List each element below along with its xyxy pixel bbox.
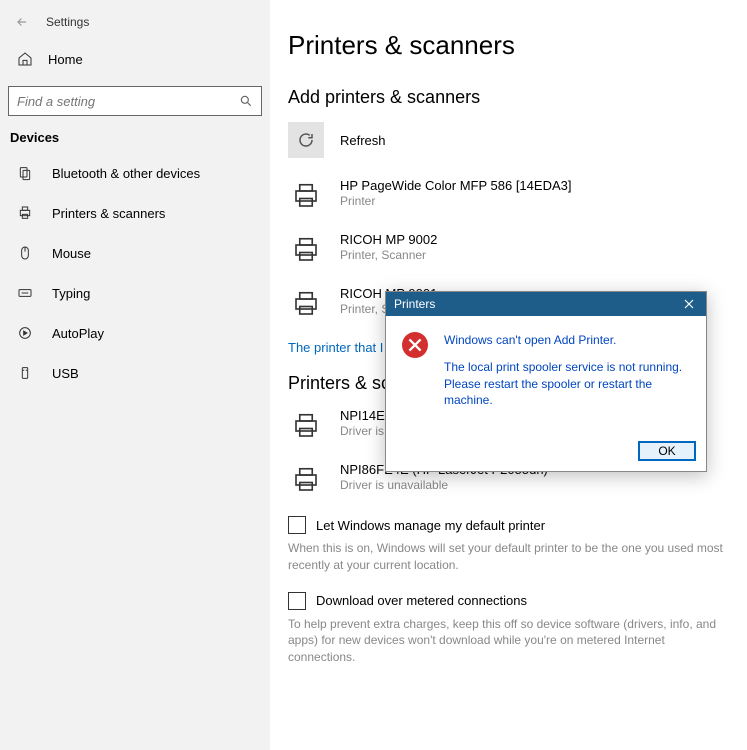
device-name: RICOH MP 9002 — [340, 232, 437, 247]
nav-printers[interactable]: Printers & scanners — [0, 193, 270, 233]
refresh-row[interactable]: Refresh — [288, 122, 729, 158]
default-printer-checkbox-row: Let Windows manage my default printer — [288, 516, 729, 534]
nav-label: Mouse — [52, 246, 91, 261]
section-add: Add printers & scanners — [288, 87, 729, 108]
nav-label: Printers & scanners — [52, 206, 165, 221]
dialog-body: Windows can't open Add Printer. The loca… — [386, 316, 706, 435]
dialog-message: The local print spooler service is not r… — [444, 359, 690, 409]
device-row[interactable]: HP PageWide Color MFP 586 [14EDA3] Print… — [288, 178, 729, 214]
search-input[interactable] — [17, 94, 239, 109]
nav-usb[interactable]: USB — [0, 353, 270, 393]
device-row[interactable]: RICOH MP 9002 Printer, Scanner — [288, 232, 729, 268]
device-sub: Printer — [340, 194, 571, 208]
device-sub: Printer, Scanner — [340, 248, 437, 262]
nav-bluetooth[interactable]: Bluetooth & other devices — [0, 153, 270, 193]
dialog-text: Windows can't open Add Printer. The loca… — [444, 332, 690, 419]
metered-checkbox-row: Download over metered connections — [288, 592, 729, 610]
bluetooth-icon — [16, 164, 34, 182]
nav-autoplay[interactable]: AutoPlay — [0, 313, 270, 353]
printer-icon — [288, 232, 324, 268]
header-row: Settings — [0, 0, 270, 34]
app-title: Settings — [46, 15, 89, 29]
metered-help: To help prevent extra charges, keep this… — [288, 616, 729, 666]
nav-typing[interactable]: Typing — [0, 273, 270, 313]
device-sub: Driver is unavailable — [340, 478, 548, 492]
refresh-label: Refresh — [340, 133, 386, 148]
printer-icon — [288, 286, 324, 322]
checkbox-label: Let Windows manage my default printer — [316, 518, 545, 533]
close-icon[interactable] — [680, 295, 698, 313]
checkbox-label: Download over metered connections — [316, 593, 527, 608]
dialog-titlebar[interactable]: Printers — [386, 292, 706, 316]
nav-label: USB — [52, 366, 79, 381]
home-icon — [16, 50, 34, 68]
error-dialog: Printers Windows can't open Add Printer.… — [385, 291, 707, 472]
checkbox[interactable] — [288, 592, 306, 610]
device-name: HP PageWide Color MFP 586 [14EDA3] — [340, 178, 571, 193]
sidebar: Settings Home Devices Bluetooth & other … — [0, 0, 270, 750]
home-nav[interactable]: Home — [0, 38, 270, 80]
search-box[interactable] — [8, 86, 262, 116]
home-label: Home — [48, 52, 83, 67]
nav-label: Typing — [52, 286, 90, 301]
nav-label: Bluetooth & other devices — [52, 166, 200, 181]
checkbox[interactable] — [288, 516, 306, 534]
dialog-heading: Windows can't open Add Printer. — [444, 332, 690, 349]
nav-label: AutoPlay — [52, 326, 104, 341]
dialog-title-text: Printers — [394, 297, 435, 311]
keyboard-icon — [16, 284, 34, 302]
error-icon — [402, 332, 428, 358]
page-title: Printers & scanners — [288, 30, 729, 61]
mouse-icon — [16, 244, 34, 262]
search-icon — [239, 94, 253, 108]
search-wrap — [0, 86, 270, 116]
default-printer-help: When this is on, Windows will set your d… — [288, 540, 729, 574]
dialog-footer: OK — [386, 435, 706, 471]
nav-mouse[interactable]: Mouse — [0, 233, 270, 273]
ok-button[interactable]: OK — [638, 441, 696, 461]
printer-icon — [16, 204, 34, 222]
refresh-icon[interactable] — [288, 122, 324, 158]
printer-icon — [288, 408, 324, 444]
usb-icon — [16, 364, 34, 382]
back-arrow-icon[interactable] — [12, 12, 32, 32]
autoplay-icon — [16, 324, 34, 342]
printer-icon — [288, 462, 324, 498]
printer-icon — [288, 178, 324, 214]
category-devices: Devices — [0, 116, 270, 153]
